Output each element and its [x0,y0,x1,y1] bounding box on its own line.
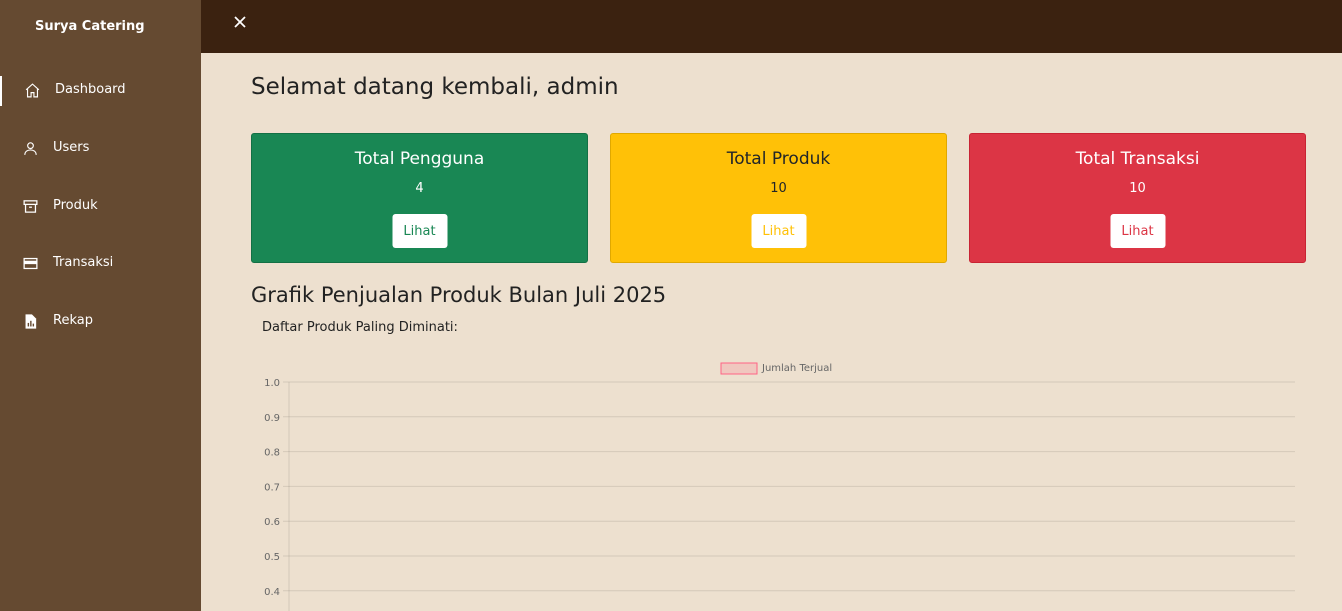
topbar [201,0,1342,53]
home-icon [25,83,40,98]
y-tick-label: 0.4 [264,587,280,598]
card-title: Total Pengguna [354,149,485,169]
sidebar-item-dashboard[interactable]: Dashboard [0,76,201,106]
stat-card-pengguna: Total Pengguna 4 Lihat [251,133,588,263]
legend-label: Jumlah Terjual [761,363,832,374]
view-users-button[interactable]: Lihat [392,214,447,248]
card-title: Total Transaksi [1075,149,1200,169]
y-tick-label: 0.5 [264,552,280,563]
stat-card-produk: Total Produk 10 Lihat [610,133,947,263]
y-tick-label: 0.9 [264,413,280,424]
legend-swatch [720,362,758,375]
stat-card-transaksi: Total Transaksi 10 Lihat [969,133,1306,263]
sidebar: Surya Catering Dashboard Users Produk Tr… [0,0,201,611]
page-title: Selamat datang kembali, admin [251,74,619,100]
y-tick-label: 0.8 [264,448,280,459]
credit-card-icon [23,257,38,270]
sidebar-item-users[interactable]: Users [0,134,201,164]
archive-icon [23,200,38,213]
view-products-button[interactable]: Lihat [751,214,806,248]
sidebar-item-rekap[interactable]: Rekap [0,307,201,337]
brand-title: Surya Catering [35,19,145,34]
card-value: 4 [415,181,424,196]
sidebar-item-label: Transaksi [53,255,114,270]
user-icon [24,142,37,155]
sidebar-item-label: Dashboard [55,82,126,97]
sidebar-item-label: Users [53,140,90,155]
sidebar-item-transaksi[interactable]: Transaksi [0,249,201,279]
chart-legend[interactable]: Jumlah Terjual [720,362,832,375]
card-title: Total Produk [726,149,831,169]
chart-section-title: Grafik Penjualan Produk Bulan Juli 2025 [251,283,667,307]
chart-subtitle: Daftar Produk Paling Diminati: [262,320,458,335]
y-tick-label: 1.0 [264,378,280,389]
sales-chart: Jumlah Terjual 1.0 0.9 0.8 0.7 0.6 0.5 0.4 [264,362,1295,611]
close-icon[interactable] [231,13,249,31]
y-tick-label: 0.6 [264,517,280,528]
y-tick-label: 0.7 [264,482,280,493]
file-chart-icon [25,314,37,329]
sidebar-item-label: Rekap [53,313,93,328]
sidebar-item-label: Produk [53,198,98,213]
view-transactions-button[interactable]: Lihat [1110,214,1165,248]
card-value: 10 [770,181,787,196]
card-value: 10 [1129,181,1146,196]
sidebar-item-produk[interactable]: Produk [0,192,201,222]
